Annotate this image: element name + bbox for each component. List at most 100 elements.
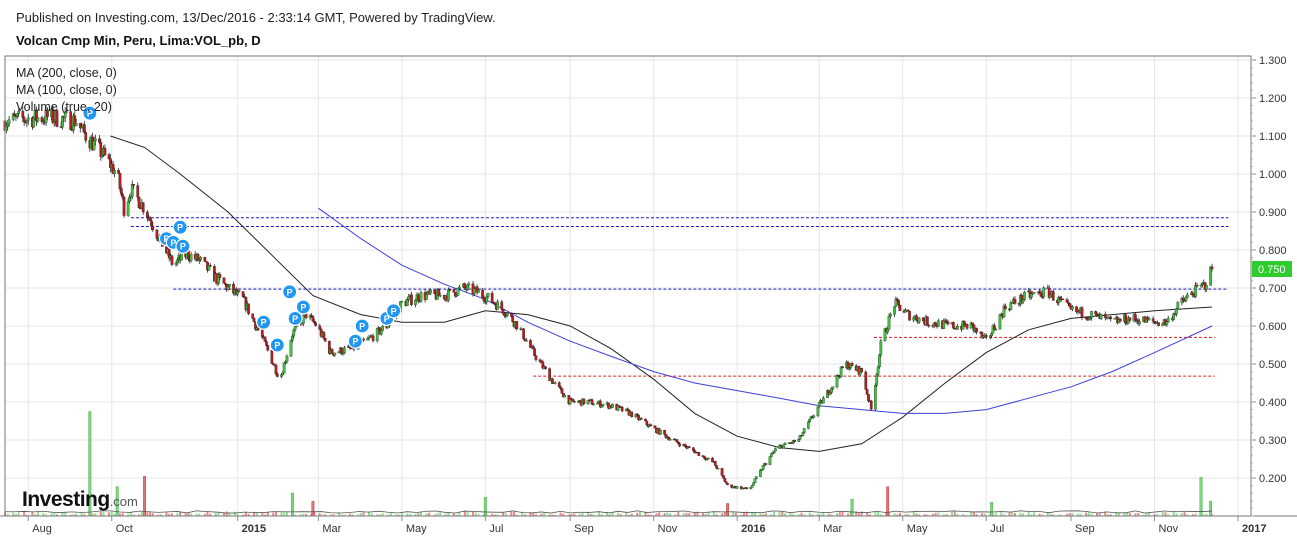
candle-body	[1175, 308, 1178, 315]
candle-body	[500, 301, 504, 310]
candle-body	[433, 289, 437, 294]
dividend-marker[interactable]: P	[175, 238, 191, 254]
investing-logo: Investing.com	[22, 488, 138, 512]
volume-bar	[712, 512, 715, 516]
candle-body	[83, 124, 86, 133]
candle-body	[876, 366, 880, 375]
dividend-marker[interactable]: P	[172, 219, 188, 235]
candle-body	[414, 300, 417, 305]
candle-body	[1061, 298, 1065, 301]
candle-body	[590, 399, 594, 405]
dividend-marker[interactable]: P	[282, 284, 298, 300]
candle-body	[141, 202, 145, 213]
volume-bar	[1008, 512, 1011, 516]
candle-body	[341, 352, 345, 355]
candle-body	[291, 335, 294, 341]
candle-body	[984, 335, 988, 337]
candle-body	[1118, 319, 1122, 322]
candle-body	[515, 321, 519, 329]
candle-body	[830, 388, 833, 393]
candle-body	[343, 347, 346, 354]
candle-body	[522, 328, 526, 340]
candle-body	[749, 487, 753, 490]
volume-bar	[751, 512, 754, 516]
candle-body	[659, 430, 662, 435]
volume-bar	[874, 511, 877, 516]
candle-body	[687, 446, 691, 448]
volume-bar	[970, 512, 973, 516]
horizontal-levels	[130, 217, 1229, 377]
candle-body	[485, 296, 489, 303]
dividend-marker[interactable]: P	[295, 299, 311, 315]
candle-body	[895, 298, 899, 301]
candle-body	[668, 438, 672, 441]
candle-body	[544, 366, 547, 369]
candle-body	[653, 425, 657, 429]
dividend-marker[interactable]: P	[354, 318, 370, 334]
legend-ma200[interactable]: MA (200, close, 0)	[16, 66, 117, 80]
volume-bar	[146, 512, 149, 516]
volume-bar	[677, 511, 680, 516]
volume-bar	[912, 511, 915, 516]
y-tick-label: 1.100	[1259, 131, 1287, 143]
candle-body	[848, 367, 851, 370]
candle-body	[797, 439, 801, 442]
candle-body	[869, 400, 873, 410]
candle-body	[218, 274, 222, 278]
candle-body	[155, 229, 159, 239]
candle-body	[36, 117, 40, 122]
candle-body	[1157, 322, 1160, 326]
candle-body	[1147, 318, 1151, 321]
candle-body	[1094, 311, 1098, 315]
candle-body	[119, 188, 123, 195]
volume-bar	[99, 511, 102, 516]
candle-body	[887, 315, 891, 330]
legend-volume[interactable]: Volume (true, 20)	[16, 100, 112, 114]
x-tick-label: Jul	[990, 523, 1004, 535]
x-tick-label: 2015	[242, 523, 266, 535]
candle-body	[121, 194, 125, 198]
candle-body	[553, 382, 557, 384]
dividend-marker[interactable]: P	[347, 333, 363, 349]
candle-body	[946, 321, 950, 325]
volume-bar	[953, 511, 956, 516]
candle-body	[13, 113, 16, 117]
candle-body	[663, 430, 666, 435]
ma100-line	[110, 135, 1213, 452]
candle-body	[69, 111, 73, 130]
volume-bar	[753, 512, 756, 516]
candle-body	[312, 320, 316, 323]
candle-body	[879, 340, 883, 356]
price-chart[interactable]: PPPPPPPPPPPPPP 1.3001.2001.1001.0000.900…	[0, 0, 1297, 542]
candle-body	[1209, 266, 1212, 286]
volume-bar	[280, 512, 283, 516]
candle-body	[839, 366, 843, 377]
volume-bar	[176, 512, 179, 516]
candle-body	[466, 284, 469, 291]
candle-body	[228, 284, 231, 287]
candle-body	[490, 292, 494, 303]
dividend-marker[interactable]: P	[386, 303, 402, 319]
legend-ma100[interactable]: MA (100, close, 0)	[16, 83, 117, 97]
dividend-marker[interactable]: P	[269, 337, 285, 353]
volume-bar	[108, 512, 111, 516]
volume-bar	[1183, 512, 1186, 516]
volume-bar	[179, 512, 182, 516]
x-tick-label: Sep	[574, 523, 594, 535]
candle-body	[620, 407, 624, 412]
candle-body	[1194, 284, 1197, 297]
candle-body	[926, 316, 929, 326]
candle-body	[447, 289, 450, 301]
candle-body	[107, 154, 111, 159]
candle-body	[927, 325, 931, 327]
dividend-marker[interactable]: P	[256, 314, 272, 330]
candle-body	[1205, 285, 1208, 290]
volume-bar	[362, 512, 365, 516]
candle-body	[263, 336, 267, 342]
candle-body	[93, 138, 97, 142]
candle-body	[1051, 291, 1055, 301]
candle-body	[534, 355, 538, 360]
candle-body	[1176, 302, 1180, 309]
grid	[5, 56, 1251, 516]
volume-bar	[102, 511, 105, 516]
